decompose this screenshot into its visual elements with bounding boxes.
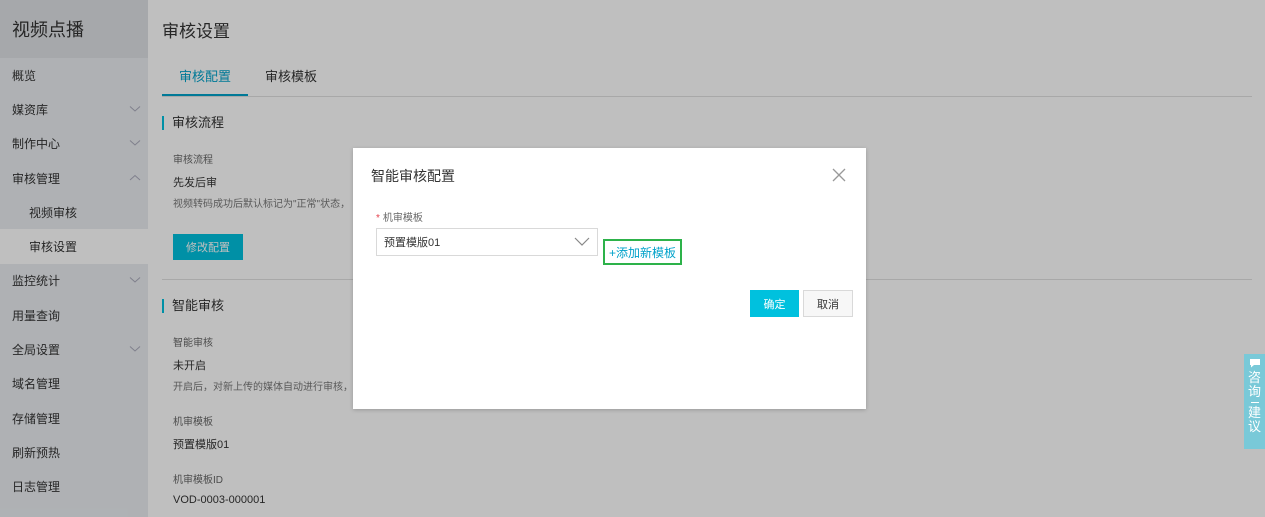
required-mark: * <box>376 213 380 224</box>
template-select-value: 预置模版01 <box>384 237 441 249</box>
chat-icon <box>1249 359 1260 368</box>
consult-feedback-widget[interactable]: 咨询 建议 <box>1244 354 1265 449</box>
cancel-button[interactable]: 取消 <box>803 290 853 317</box>
add-template-link[interactable]: +添加新模板 <box>603 239 682 265</box>
consult-text: 咨询 <box>1247 370 1261 399</box>
template-select[interactable]: 预置模版01 <box>376 228 598 256</box>
suggest-text: 建议 <box>1247 405 1261 434</box>
consult-separator <box>1250 402 1259 403</box>
modal-title: 智能审核配置 <box>371 168 455 184</box>
template-field-text: 机审模板 <box>382 213 423 224</box>
close-icon[interactable] <box>831 167 847 183</box>
template-field-label: * 机审模板 <box>376 209 423 224</box>
chevron-down-icon <box>574 237 590 246</box>
smart-review-modal: 智能审核配置 * 机审模板 预置模版01 +添加新模板 确定 取消 <box>353 148 866 409</box>
confirm-button[interactable]: 确定 <box>750 290 799 317</box>
